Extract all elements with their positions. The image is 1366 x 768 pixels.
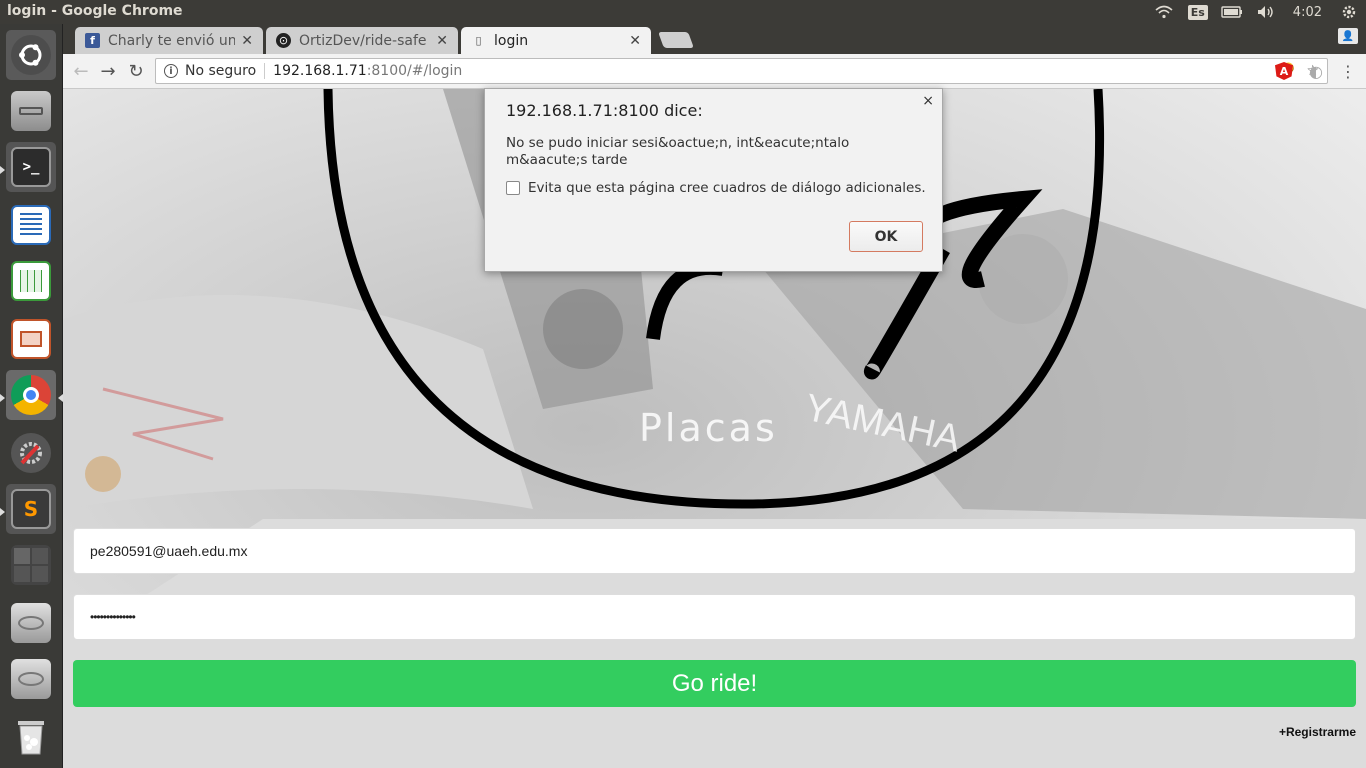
hard-drive-icon: [11, 603, 51, 643]
ubuntu-logo-icon: [11, 35, 51, 75]
menu-icon[interactable]: ⋮: [1339, 62, 1357, 81]
tab-github[interactable]: ⊙ OrtizDev/ride-safe ✕: [266, 27, 458, 54]
address-bar[interactable]: i No seguro 192.168.1.71:8100/#/login 🔑 …: [155, 58, 1328, 84]
launcher-terminal[interactable]: >_: [6, 142, 56, 192]
launcher-drive-2[interactable]: [6, 654, 56, 704]
facebook-icon: f: [85, 33, 100, 48]
go-ride-label: Go ride!: [671, 669, 758, 697]
password-value: ••••••••••••••: [90, 610, 136, 624]
back-arrow-icon[interactable]: ←: [69, 59, 93, 83]
register-link[interactable]: +Registrarme: [1279, 725, 1356, 739]
battery-icon[interactable]: [1215, 0, 1249, 24]
document-icon: ▯: [475, 34, 482, 47]
launcher-trash[interactable]: [6, 712, 56, 762]
running-indicator: [0, 394, 5, 402]
reload-icon[interactable]: ↻: [124, 59, 148, 83]
top-panel: login - Google Chrome Es 4:02: [0, 0, 1366, 24]
launcher-drive-1[interactable]: [6, 598, 56, 648]
terminal-icon: >_: [11, 147, 51, 187]
chrome-icon: [11, 375, 51, 415]
close-icon[interactable]: ✕: [436, 33, 448, 49]
spreadsheet-icon: [11, 261, 51, 301]
divider: [264, 63, 266, 79]
github-icon: ⊙: [276, 33, 291, 48]
security-label[interactable]: No seguro: [185, 63, 256, 79]
launcher-settings[interactable]: [6, 428, 56, 478]
running-indicator: [0, 166, 5, 174]
wrench-gear-icon: [11, 433, 51, 473]
close-icon[interactable]: ✕: [241, 33, 253, 49]
tab-label: login: [494, 32, 529, 49]
unity-launcher: >_ S: [0, 24, 63, 768]
url-path: :8100/#/login: [366, 63, 463, 79]
tab-strip: f Charly te envió un m ✕ ⊙ OrtizDev/ride…: [63, 24, 1366, 54]
launcher-chrome[interactable]: [6, 370, 56, 420]
close-icon[interactable]: ×: [922, 93, 934, 109]
launcher-files[interactable]: [6, 86, 56, 136]
checkbox[interactable]: [506, 181, 520, 195]
password-field[interactable]: ••••••••••••••: [73, 594, 1356, 640]
profile-icon[interactable]: 👤: [1338, 28, 1358, 44]
email-value: pe280591@uaeh.edu.mx: [90, 543, 248, 559]
sublime-text-icon: S: [11, 489, 51, 529]
presentation-icon: [11, 319, 51, 359]
email-field[interactable]: pe280591@uaeh.edu.mx: [73, 528, 1356, 574]
clock[interactable]: 4:02: [1283, 5, 1332, 20]
go-ride-button[interactable]: Go ride!: [73, 660, 1356, 707]
wifi-icon[interactable]: [1147, 0, 1181, 24]
system-tray: Es 4:02: [1147, 0, 1366, 24]
keyboard-layout-indicator[interactable]: Es: [1181, 0, 1215, 24]
document-icon: [11, 205, 51, 245]
browser-toolbar: ← → ↻ i No seguro 192.168.1.71:8100/#/lo…: [63, 54, 1366, 89]
launcher-ubuntu-dash[interactable]: [6, 30, 56, 80]
keyboard-layout-label: Es: [1187, 4, 1208, 20]
new-tab-button[interactable]: [658, 32, 694, 48]
volume-icon[interactable]: [1249, 0, 1283, 24]
extension-icon[interactable]: ◐: [1307, 62, 1325, 81]
checkbox-label: Evita que esta página cree cuadros de di…: [528, 180, 926, 196]
file-cabinet-icon: [11, 91, 51, 131]
alert-dialog: 192.168.1.71:8100 dice: × No se pudo ini…: [484, 88, 943, 272]
launcher-calc[interactable]: [6, 256, 56, 306]
trash-icon: [11, 717, 51, 757]
logo-text: Placas: [639, 406, 778, 450]
info-icon[interactable]: i: [164, 64, 178, 78]
workspace-grid-icon: [11, 545, 51, 585]
launcher-writer[interactable]: [6, 200, 56, 250]
hard-drive-icon: [11, 659, 51, 699]
tab-label: Charly te envió un m: [108, 32, 236, 49]
launcher-impress[interactable]: [6, 314, 56, 364]
tab-label: OrtizDev/ride-safe: [299, 32, 427, 49]
launcher-sublime-text[interactable]: S: [6, 484, 56, 534]
launcher-workspaces[interactable]: [6, 540, 56, 590]
suppress-dialogs-checkbox[interactable]: Evita que esta página cree cuadros de di…: [506, 180, 926, 196]
running-indicator: [0, 508, 5, 516]
ok-button[interactable]: OK: [849, 221, 923, 252]
dialog-message: No se pudo iniciar sesi&oactue;n, int&ea…: [506, 135, 850, 168]
close-icon[interactable]: ✕: [629, 33, 641, 49]
dialog-title: 192.168.1.71:8100 dice:: [506, 101, 703, 120]
window-title: login - Google Chrome: [7, 3, 183, 19]
tab-login[interactable]: ▯ login ✕: [461, 27, 651, 54]
url-host: 192.168.1.71: [273, 63, 367, 79]
tab-facebook[interactable]: f Charly te envió un m ✕: [75, 27, 263, 54]
forward-arrow-icon[interactable]: →: [96, 59, 120, 83]
gear-icon[interactable]: [1332, 0, 1366, 24]
